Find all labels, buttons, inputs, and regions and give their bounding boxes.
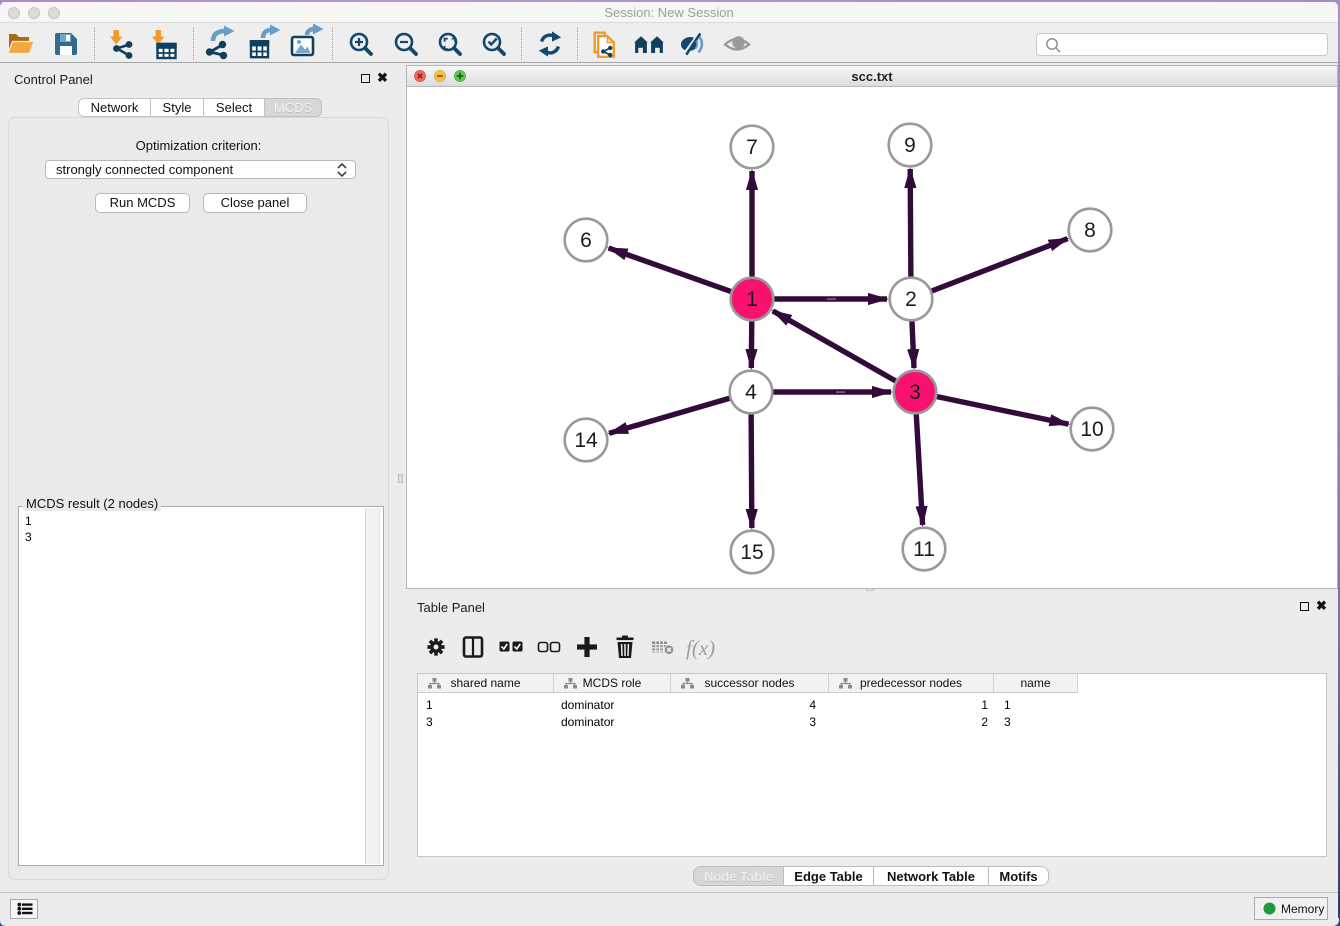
svg-text:4: 4 [745, 381, 757, 404]
svg-text:11: 11 [913, 538, 935, 561]
svg-text:1: 1 [746, 288, 758, 311]
svg-text:7: 7 [746, 136, 758, 159]
svg-text:8: 8 [1084, 219, 1096, 242]
svg-text:10: 10 [1080, 418, 1103, 441]
svg-text:6: 6 [580, 229, 592, 252]
svg-text:3: 3 [909, 381, 921, 404]
svg-text:f(x): f(x) [686, 636, 715, 660]
svg-text:15: 15 [740, 541, 763, 564]
svg-text:9: 9 [904, 134, 916, 157]
svg-text:14: 14 [574, 429, 598, 452]
svg-text:2: 2 [905, 288, 917, 311]
